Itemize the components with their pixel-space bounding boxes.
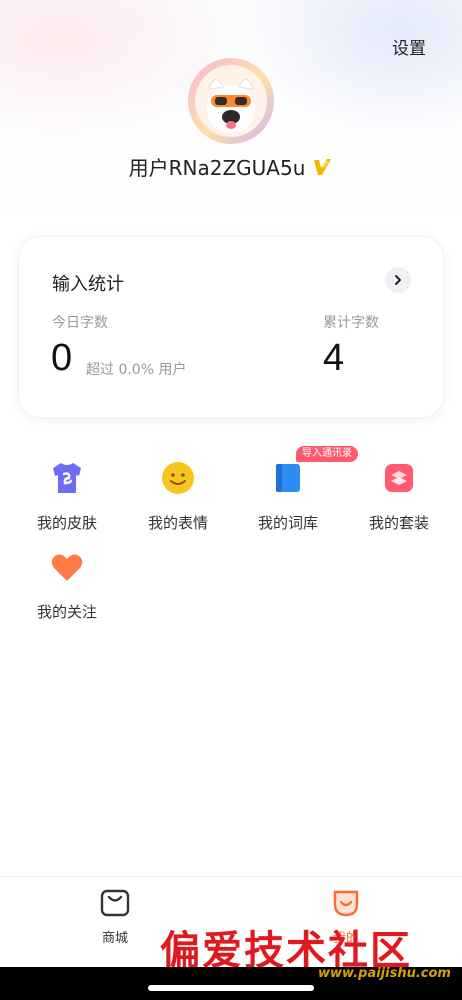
total-count-value: 4	[323, 337, 345, 379]
username-row: 用户RNa2ZGUA5u	[0, 152, 462, 181]
today-count-value: 0	[51, 337, 73, 379]
vip-badge-icon[interactable]	[311, 156, 333, 178]
today-rank-note: 超过 0.0% 用户	[86, 362, 187, 378]
home-indicator[interactable]	[148, 985, 314, 991]
settings-button[interactable]: 设置	[392, 34, 426, 59]
stats-title: 输入统计	[52, 274, 124, 295]
mine-icon	[331, 889, 361, 921]
total-count-label: 累计字数	[323, 315, 379, 331]
grid-item-label: 我的套装	[368, 514, 429, 532]
chevron-right-icon[interactable]	[385, 267, 411, 293]
grid-item-label: 我的关注	[36, 603, 97, 621]
watermark-url: www.paijishu.com	[318, 966, 451, 981]
grid-item-label: 我的词库	[257, 514, 318, 532]
username: 用户RNa2ZGUA5u	[128, 156, 306, 180]
tab-label: 商城	[101, 931, 128, 946]
my-skins-item[interactable]: 我的皮肤	[12, 460, 122, 550]
book-icon	[270, 460, 306, 496]
today-count-label: 今日字数	[52, 315, 108, 331]
my-suits-item[interactable]: 我的套装	[344, 460, 454, 550]
shop-bag-icon	[100, 889, 130, 921]
my-stickers-item[interactable]: 我的表情	[123, 460, 233, 550]
tshirt-icon	[49, 460, 85, 496]
input-stats-card[interactable]: 输入统计 今日字数 0 超过 0.0% 用户 累计字数 4	[18, 236, 444, 418]
avatar[interactable]	[188, 58, 274, 144]
my-follows-item[interactable]: 我的关注	[12, 549, 122, 639]
avatar-dog-image	[195, 65, 267, 137]
my-dictionary-item[interactable]: 我的词库	[233, 460, 343, 550]
smiley-icon	[160, 460, 196, 496]
grid-item-label: 我的皮肤	[36, 514, 97, 532]
suit-icon	[381, 460, 417, 496]
grid-item-label: 我的表情	[147, 514, 208, 532]
tab-store[interactable]: 商城	[75, 889, 155, 946]
heart-icon	[49, 549, 85, 585]
